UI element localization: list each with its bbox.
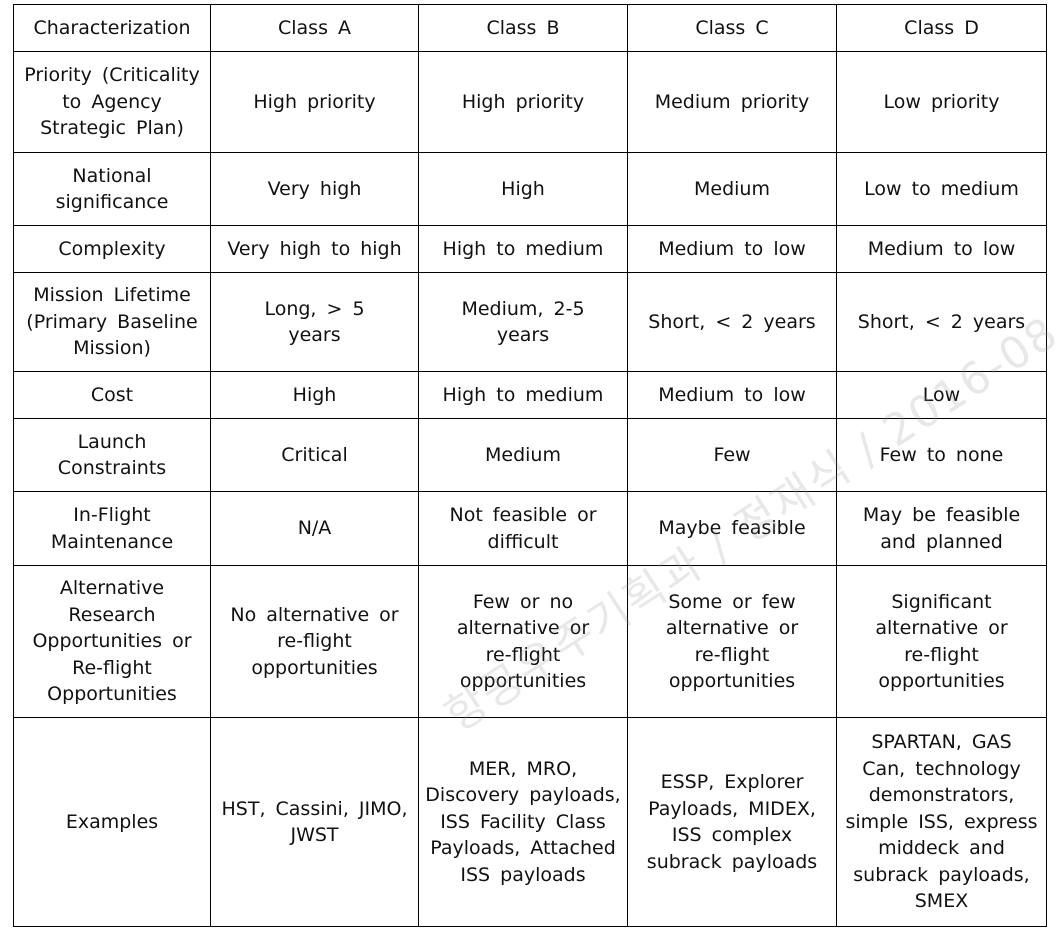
cell-class-c: Short, < 2 years <box>627 272 837 372</box>
cell-class-a: No alternative or re-flight opportunitie… <box>210 565 419 718</box>
table-row-examples: Examples HST, Cassini, JIMO, JWST MER, M… <box>13 717 1047 927</box>
header-characterization: Characterization <box>13 4 211 52</box>
cell-class-d: Low <box>836 371 1047 419</box>
row-label: In-Flight Maintenance <box>13 491 211 566</box>
row-label: Mission Lifetime (Primary Baseline Missi… <box>13 272 211 372</box>
table-header-row: Characterization Class A Class B Class C… <box>13 4 1047 52</box>
header-class-c: Class C <box>627 4 837 52</box>
cell-class-c: Few <box>627 418 837 492</box>
header-class-a: Class A <box>210 4 419 52</box>
cell-class-b: High to medium <box>418 225 628 273</box>
cell-class-a: Long, > 5 years <box>210 272 419 372</box>
table-row-national-significance: National significance Very high High Med… <box>13 152 1047 226</box>
row-label: Examples <box>13 717 211 927</box>
table-row-mission-lifetime: Mission Lifetime (Primary Baseline Missi… <box>13 272 1047 372</box>
cell-class-b: Medium <box>418 418 628 492</box>
cell-class-d: SPARTAN, GAS Can, technology demonstrato… <box>836 717 1047 927</box>
table-row-complexity: Complexity Very high to high High to med… <box>13 225 1047 273</box>
cell-class-c: Medium to low <box>627 371 837 419</box>
cell-class-a: High <box>210 371 419 419</box>
row-label: Priority (Criticality to Agency Strategi… <box>13 51 211 153</box>
cell-class-a: Critical <box>210 418 419 492</box>
row-label: Launch Constraints <box>13 418 211 492</box>
row-label: Alternative Research Opportunities or Re… <box>13 565 211 718</box>
cell-class-a: Very high to high <box>210 225 419 273</box>
cell-class-b: Few or no alternative or re-flight oppor… <box>418 565 628 718</box>
cell-class-c: Medium to low <box>627 225 837 273</box>
cell-class-b: High priority <box>418 51 628 153</box>
cell-class-a: N/A <box>210 491 419 566</box>
cell-class-d: Few to none <box>836 418 1047 492</box>
row-label: National significance <box>13 152 211 226</box>
mission-classification-table: Characterization Class A Class B Class C… <box>13 4 1047 927</box>
cell-class-a: HST, Cassini, JIMO, JWST <box>210 717 419 927</box>
cell-class-d: Significant alternative or re-flight opp… <box>836 565 1047 718</box>
cell-class-b: High to medium <box>418 371 628 419</box>
cell-class-d: May be feasible and planned <box>836 491 1047 566</box>
cell-class-b: High <box>418 152 628 226</box>
cell-class-d: Low to medium <box>836 152 1047 226</box>
cell-class-b: Not feasible or difficult <box>418 491 628 566</box>
row-label: Complexity <box>13 225 211 273</box>
header-class-b: Class B <box>418 4 628 52</box>
cell-class-c: Medium priority <box>627 51 837 153</box>
table-row-alternative-opportunities: Alternative Research Opportunities or Re… <box>13 565 1047 718</box>
cell-class-c: Some or few alternative or re-flight opp… <box>627 565 837 718</box>
cell-class-d: Medium to low <box>836 225 1047 273</box>
cell-class-c: Maybe feasible <box>627 491 837 566</box>
cell-class-b: Medium, 2-5 years <box>418 272 628 372</box>
cell-class-b: MER, MRO, Discovery payloads, ISS Facili… <box>418 717 628 927</box>
cell-class-a: High priority <box>210 51 419 153</box>
cell-class-c: Medium <box>627 152 837 226</box>
table-row-cost: Cost High High to medium Medium to low L… <box>13 371 1047 419</box>
table-row-launch-constraints: Launch Constraints Critical Medium Few F… <box>13 418 1047 492</box>
cell-class-a: Very high <box>210 152 419 226</box>
table-row-in-flight-maintenance: In-Flight Maintenance N/A Not feasible o… <box>13 491 1047 566</box>
cell-class-c: ESSP, Explorer Payloads, MIDEX, ISS comp… <box>627 717 837 927</box>
cell-class-d: Low priority <box>836 51 1047 153</box>
table-row-priority: Priority (Criticality to Agency Strategi… <box>13 51 1047 153</box>
row-label: Cost <box>13 371 211 419</box>
cell-class-d: Short, < 2 years <box>836 272 1047 372</box>
header-class-d: Class D <box>836 4 1047 52</box>
